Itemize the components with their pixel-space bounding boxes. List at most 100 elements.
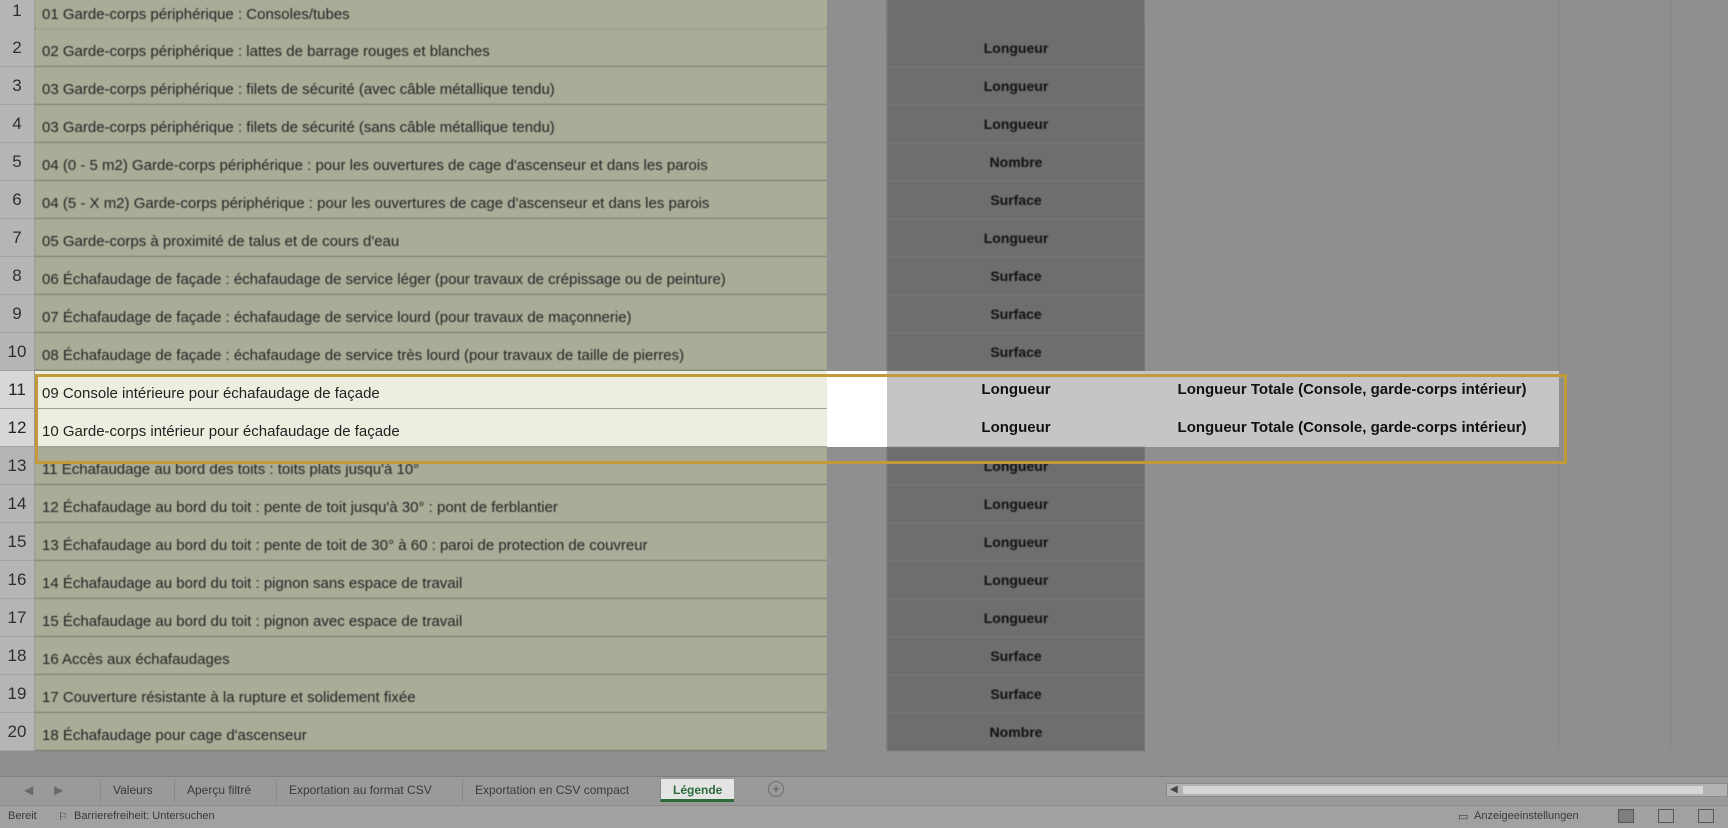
cell-e[interactable] <box>1559 561 1671 599</box>
cell-d[interactable] <box>1145 713 1559 751</box>
row-header[interactable]: 9 <box>0 295 35 333</box>
cell-d[interactable]: Longueur Totale (Console, garde-corps in… <box>1145 409 1559 447</box>
cell-d[interactable] <box>1145 181 1559 219</box>
tab-export-csv[interactable]: Exportation au format CSV <box>276 779 444 802</box>
cell-b[interactable] <box>827 29 887 67</box>
cell-c[interactable]: Longueur <box>887 523 1145 561</box>
cell-c[interactable]: Longueur <box>887 447 1145 485</box>
row-header[interactable]: 16 <box>0 561 35 599</box>
cell-a[interactable]: 07 Échafaudage de façade : échafaudage d… <box>35 295 827 333</box>
row-header[interactable]: 17 <box>0 599 35 637</box>
row-header[interactable]: 15 <box>0 523 35 561</box>
cell-b[interactable] <box>827 105 887 143</box>
cell-f[interactable] <box>1671 67 1728 105</box>
cell-a[interactable]: 03 Garde-corps périphérique : filets de … <box>35 67 827 105</box>
row-header[interactable]: 13 <box>0 447 35 485</box>
tab-export-csv-compact[interactable]: Exportation en CSV compact <box>462 779 641 802</box>
page-break-view-icon[interactable] <box>1698 809 1714 823</box>
cell-e[interactable] <box>1559 295 1671 333</box>
accessibility-icon[interactable]: ⚐ <box>58 810 68 823</box>
cell-e[interactable] <box>1559 447 1671 485</box>
cell-f[interactable] <box>1671 143 1728 181</box>
cell-e[interactable] <box>1559 143 1671 181</box>
cell-e[interactable] <box>1559 105 1671 143</box>
cell-d[interactable] <box>1145 599 1559 637</box>
cell-a[interactable]: 05 Garde-corps à proximité de talus et d… <box>35 219 827 257</box>
display-settings-icon[interactable]: ▭ <box>1458 810 1468 823</box>
cell-d[interactable] <box>1145 561 1559 599</box>
row-header[interactable]: 11 <box>0 371 35 409</box>
cell-e[interactable] <box>1559 675 1671 713</box>
cell-a[interactable]: 02 Garde-corps périphérique : lattes de … <box>35 29 827 67</box>
cell-e[interactable] <box>1559 485 1671 523</box>
cell-d[interactable] <box>1145 295 1559 333</box>
cell-b[interactable] <box>827 333 887 371</box>
cell-e[interactable] <box>1559 257 1671 295</box>
cell-c[interactable]: Surface <box>887 333 1145 371</box>
cell-b[interactable] <box>827 219 887 257</box>
cell-e[interactable] <box>1559 409 1671 447</box>
cell-f[interactable] <box>1671 29 1728 67</box>
cell-a[interactable]: 06 Échafaudage de façade : échafaudage d… <box>35 257 827 295</box>
row-header[interactable]: 4 <box>0 105 35 143</box>
cell-a[interactable]: 16 Accès aux échafaudages <box>35 637 827 675</box>
cell-f[interactable] <box>1671 371 1728 409</box>
cell-b[interactable] <box>827 523 887 561</box>
cell-e[interactable] <box>1559 29 1671 67</box>
cell-a[interactable]: 17 Couverture résistante à la rupture et… <box>35 675 827 713</box>
cell-f[interactable] <box>1671 485 1728 523</box>
row-header[interactable]: 10 <box>0 333 35 371</box>
cell-b[interactable] <box>827 561 887 599</box>
cell-c[interactable]: Longueur <box>887 371 1145 409</box>
cell-b[interactable] <box>827 485 887 523</box>
cell-b[interactable] <box>827 295 887 333</box>
cell-c[interactable]: Longueur <box>887 219 1145 257</box>
cell-c[interactable]: Nombre <box>887 143 1145 181</box>
cell-f[interactable] <box>1671 333 1728 371</box>
cell-c[interactable]: Longueur <box>887 599 1145 637</box>
tab-apercu-filtre[interactable]: Aperçu filtré <box>174 779 263 802</box>
cell-a[interactable]: 04 (0 - 5 m2) Garde-corps périphérique :… <box>35 143 827 181</box>
cell-d[interactable] <box>1145 523 1559 561</box>
add-sheet-icon[interactable]: + <box>768 781 784 797</box>
cell-a[interactable]: 14 Échafaudage au bord du toit : pignon … <box>35 561 827 599</box>
cell-b[interactable] <box>827 447 887 485</box>
scrollbar-thumb[interactable] <box>1183 786 1703 794</box>
cell-c[interactable]: Surface <box>887 295 1145 333</box>
cell-b[interactable] <box>827 713 887 751</box>
cell-c[interactable]: Longueur <box>887 561 1145 599</box>
tab-scroll-right-icon[interactable]: ▶ <box>54 783 63 797</box>
row-header[interactable]: 5 <box>0 143 35 181</box>
cell-d[interactable] <box>1145 67 1559 105</box>
cell-b[interactable] <box>827 181 887 219</box>
row-header[interactable]: 12 <box>0 409 35 447</box>
cell-d[interactable] <box>1145 637 1559 675</box>
cell-f[interactable] <box>1671 409 1728 447</box>
cell-b[interactable] <box>827 371 887 409</box>
cell-f[interactable] <box>1671 713 1728 751</box>
cell-a[interactable]: 18 Échafaudage pour cage d'ascenseur <box>35 713 827 751</box>
cell-d[interactable]: Longueur Totale (Console, garde-corps in… <box>1145 371 1559 409</box>
normal-view-icon[interactable] <box>1618 809 1634 823</box>
cell-d[interactable] <box>1145 219 1559 257</box>
cell-a[interactable]: 11 Échafaudage au bord des toits : toits… <box>35 447 827 485</box>
cell-d[interactable] <box>1145 333 1559 371</box>
cell-b[interactable] <box>827 637 887 675</box>
cell-d[interactable] <box>1145 0 1559 30</box>
cell-b[interactable] <box>827 67 887 105</box>
cell-c[interactable]: Nombre <box>887 713 1145 751</box>
cell-b[interactable] <box>827 599 887 637</box>
spreadsheet-grid[interactable]: A B C D E F 101 Garde-corps périphérique… <box>0 0 1728 827</box>
cell-f[interactable] <box>1671 181 1728 219</box>
cell-e[interactable] <box>1559 333 1671 371</box>
cell-a[interactable]: 13 Échafaudage au bord du toit : pente d… <box>35 523 827 561</box>
cell-b[interactable] <box>827 0 887 30</box>
row-header[interactable]: 2 <box>0 29 35 67</box>
cell-c[interactable]: Longueur <box>887 29 1145 67</box>
cell-c[interactable]: Surface <box>887 257 1145 295</box>
cell-e[interactable] <box>1559 523 1671 561</box>
row-header[interactable]: 7 <box>0 219 35 257</box>
cell-e[interactable] <box>1559 181 1671 219</box>
cell-c[interactable]: Surface <box>887 675 1145 713</box>
cell-a[interactable]: 03 Garde-corps périphérique : filets de … <box>35 105 827 143</box>
